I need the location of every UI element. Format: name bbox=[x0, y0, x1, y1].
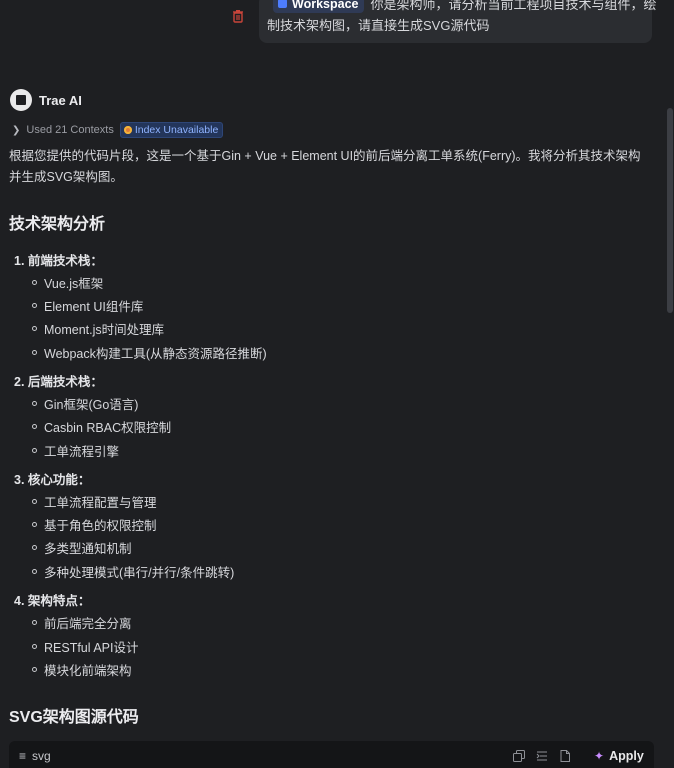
chevron-right-icon: ❯ bbox=[12, 124, 21, 136]
list-item: 前后端完全分离 bbox=[32, 613, 132, 632]
bullet-icon bbox=[32, 401, 37, 406]
apply-button[interactable]: ✦ Apply bbox=[594, 746, 644, 766]
list-item-text: 模块化前端架构 bbox=[44, 664, 132, 678]
bullet-icon bbox=[32, 448, 37, 453]
bullet-icon bbox=[32, 424, 37, 429]
list-item: RESTful API设计 bbox=[32, 637, 138, 656]
bullet-icon bbox=[32, 522, 37, 527]
section-title: 2. 后端技术栈： bbox=[14, 375, 103, 389]
code-lines-icon: ≡ bbox=[19, 749, 27, 763]
heading-analysis: 技术架构分析 bbox=[9, 216, 106, 233]
section-title: 3. 核心功能： bbox=[14, 473, 91, 487]
insert-icon[interactable] bbox=[536, 750, 548, 762]
list-item-text: 多种处理模式(串行/并行/条件跳转) bbox=[44, 566, 235, 580]
bullet-icon bbox=[32, 303, 37, 308]
list-item: 工单流程引擎 bbox=[32, 441, 119, 460]
apply-button-label: Apply bbox=[609, 749, 644, 763]
index-status-badge[interactable]: Index Unavailable bbox=[119, 122, 224, 138]
list-item-text: Gin框架(Go语言) bbox=[44, 398, 139, 412]
code-language: ≡ svg bbox=[19, 749, 51, 763]
list-item-text: 工单流程配置与管理 bbox=[44, 496, 157, 510]
list-item-text: RESTful API设计 bbox=[44, 641, 139, 655]
list-item: 多种处理模式(串行/并行/条件跳转) bbox=[32, 562, 234, 581]
list-item-text: 基于角色的权限控制 bbox=[44, 519, 157, 533]
list-item-text: Element UI组件库 bbox=[44, 300, 144, 314]
workspace-icon bbox=[278, 0, 287, 8]
heading-svg-code: SVG架构图源代码 bbox=[9, 709, 139, 726]
user-message-text1: 你是架构师，请分析当前工程项目技术与组件，绘 bbox=[370, 0, 657, 12]
bullet-icon bbox=[32, 326, 37, 331]
list-item-text: Vue.js框架 bbox=[44, 277, 104, 291]
list-item: 基于角色的权限控制 bbox=[32, 515, 157, 534]
bullet-icon bbox=[32, 620, 37, 625]
intro-paragraph: 根据您提供的代码片段，这是一个基于Gin + Vue + Element UI的… bbox=[9, 149, 641, 184]
contexts-toggle[interactable]: ❯ Used 21 Contexts Index Unavailable bbox=[12, 122, 224, 138]
trash-icon[interactable] bbox=[231, 9, 245, 23]
bullet-icon bbox=[32, 667, 37, 672]
bullet-icon bbox=[32, 350, 37, 355]
list-item-text: 工单流程引擎 bbox=[44, 445, 120, 459]
list-item: 模块化前端架构 bbox=[32, 660, 132, 679]
section-title: 1. 前端技术栈： bbox=[14, 254, 103, 268]
list-item: Element UI组件库 bbox=[32, 296, 143, 315]
scrollbar-thumb[interactable] bbox=[667, 108, 673, 313]
list-item-text: Casbin RBAC权限控制 bbox=[44, 421, 172, 435]
index-badge-label: Index Unavailable bbox=[134, 124, 219, 136]
bullet-icon bbox=[32, 499, 37, 504]
code-block-header: ≡ svg ✦ Apply bbox=[9, 741, 654, 768]
list-item: Casbin RBAC权限控制 bbox=[32, 417, 171, 436]
bullet-icon bbox=[32, 569, 37, 574]
user-message-line1: Workspace 你是架构师，请分析当前工程项目技术与组件，绘 bbox=[273, 0, 656, 15]
index-status-icon bbox=[123, 126, 132, 134]
assistant-header: Trae AI bbox=[10, 89, 82, 111]
workspace-chip-label: Workspace bbox=[292, 0, 359, 11]
sparkle-icon: ✦ bbox=[594, 749, 605, 763]
copy-icon[interactable] bbox=[513, 750, 525, 762]
list-item-text: 多类型通知机制 bbox=[44, 542, 132, 556]
list-item-text: Webpack构建工具(从静态资源路径推断) bbox=[44, 347, 267, 361]
list-item-text: Moment.js时间处理库 bbox=[44, 323, 165, 337]
code-language-label: svg bbox=[32, 749, 51, 763]
bullet-icon bbox=[32, 545, 37, 550]
assistant-name: Trae AI bbox=[39, 92, 82, 108]
user-message-text2: 制技术架构图，请直接生成SVG源代码 bbox=[267, 18, 490, 33]
list-item: Gin框架(Go语言) bbox=[32, 394, 138, 413]
new-file-icon[interactable] bbox=[559, 750, 571, 762]
user-message: Workspace 你是架构师，请分析当前工程项目技术与组件，绘 制技术架构图，请… bbox=[259, 0, 656, 43]
trae-logo-icon bbox=[10, 89, 32, 111]
list-item: Vue.js框架 bbox=[32, 273, 103, 292]
section-title: 4. 架构特点： bbox=[14, 594, 91, 608]
bullet-icon bbox=[32, 280, 37, 285]
list-item: 工单流程配置与管理 bbox=[32, 492, 157, 511]
list-item: Moment.js时间处理库 bbox=[32, 319, 164, 338]
contexts-label: Used 21 Contexts bbox=[26, 124, 114, 136]
workspace-chip[interactable]: Workspace bbox=[273, 0, 365, 13]
list-item: 多类型通知机制 bbox=[32, 538, 132, 557]
bullet-icon bbox=[32, 644, 37, 649]
list-item-text: 前后端完全分离 bbox=[44, 617, 132, 631]
list-item: Webpack构建工具(从静态资源路径推断) bbox=[32, 343, 267, 362]
chat-panel: Workspace 你是架构师，请分析当前工程项目技术与组件，绘 制技术架构图，请… bbox=[0, 0, 674, 768]
